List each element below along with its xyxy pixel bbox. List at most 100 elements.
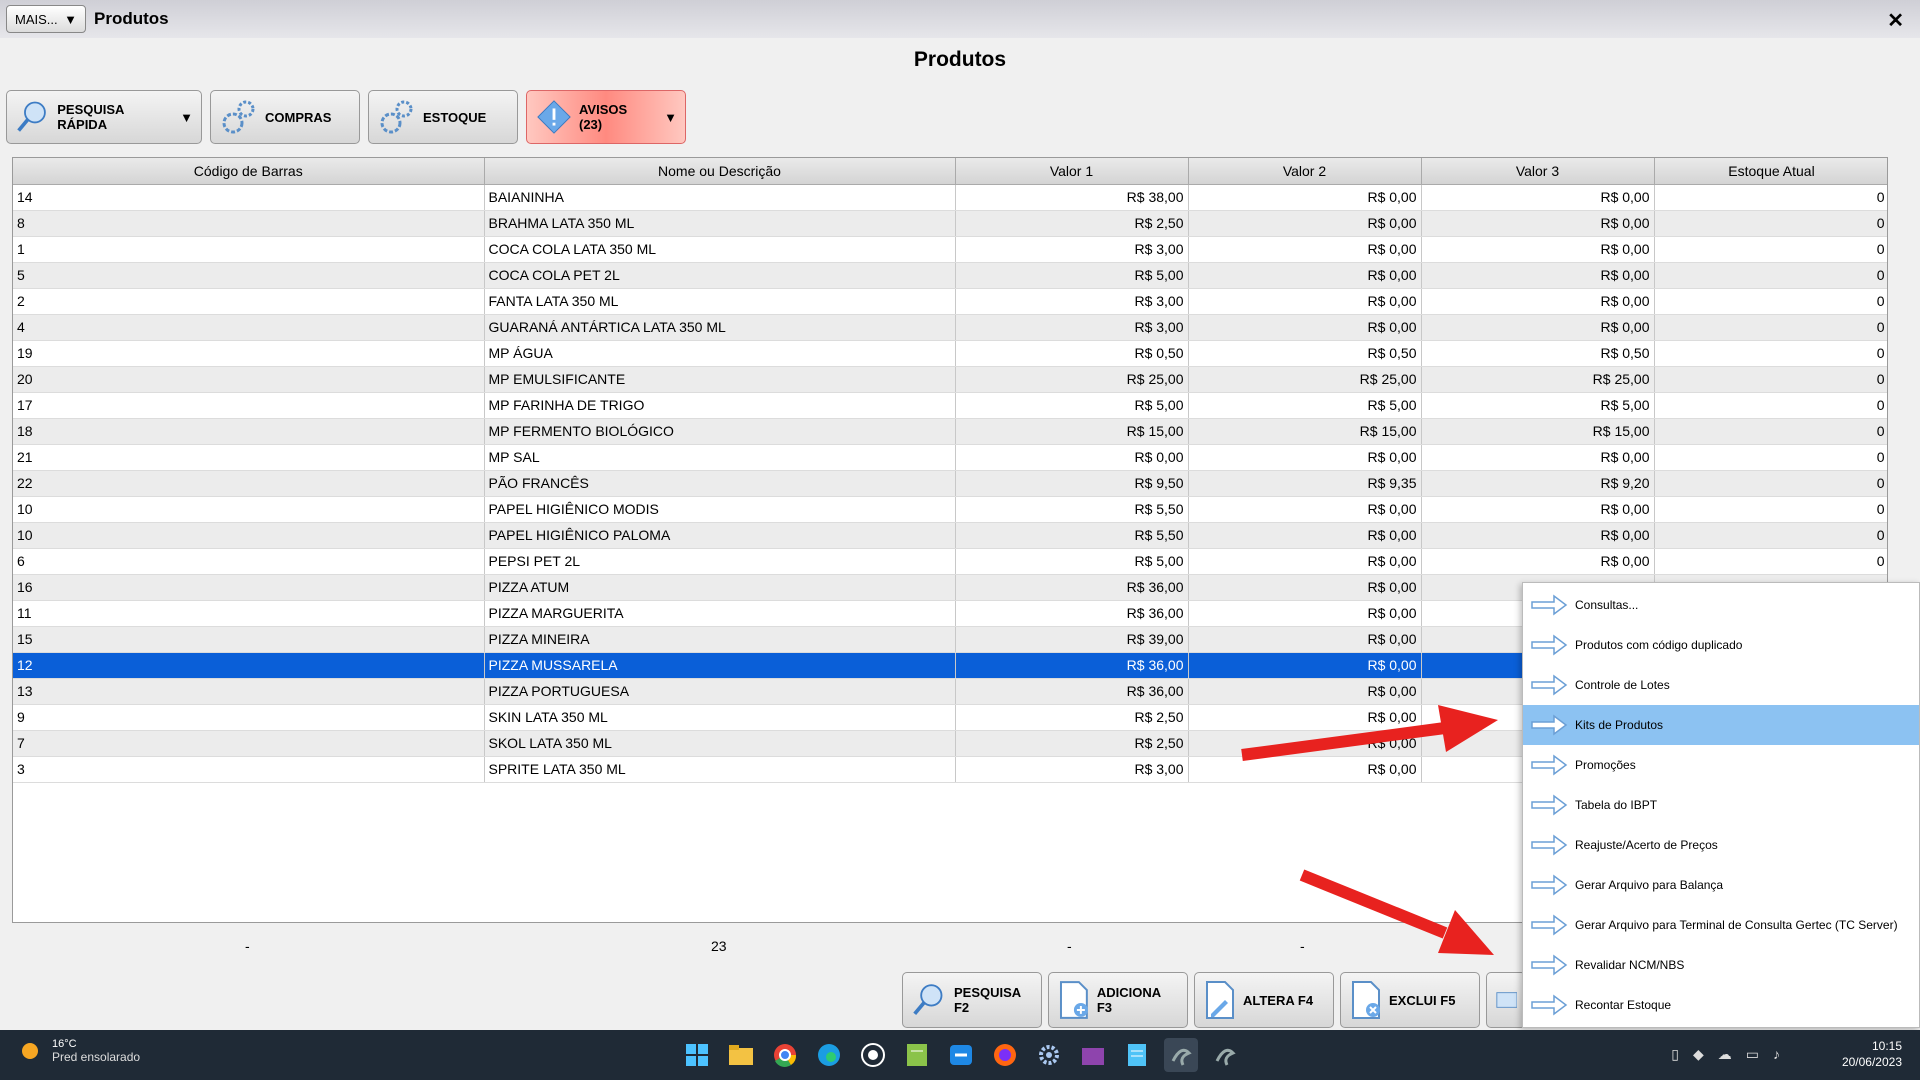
table-row[interactable]: 2 FANTA LATA 350 ML R$ 3,00 R$ 0,00 R$ 0,00 0 (13, 288, 1887, 315)
table-cell: BAIANINHA (484, 184, 956, 211)
erp-app-2-icon[interactable] (1208, 1038, 1242, 1072)
table-cell: R$ 0,00 (1188, 704, 1422, 731)
arrow-right-icon (1523, 794, 1575, 816)
cloud-icon[interactable]: ☁ (1718, 1046, 1732, 1063)
column-header[interactable]: Código de Barras (13, 158, 485, 185)
menu-item[interactable]: Tabela do IBPT (1523, 785, 1919, 825)
more-label: MAIS... (15, 11, 58, 27)
erp-app-icon[interactable] (1164, 1038, 1198, 1072)
add-f3-button[interactable]: ADICIONA F3 (1048, 972, 1188, 1028)
table-cell: R$ 0,00 (1188, 756, 1422, 783)
table-row[interactable]: 10 PAPEL HIGIÊNICO MODIS R$ 5,50 R$ 0,00 R$ … (13, 496, 1887, 523)
menu-item[interactable]: Consultas... (1523, 585, 1919, 625)
table-cell: PIZZA PORTUGUESA (484, 678, 956, 705)
menu-item[interactable]: Gerar Arquivo para Balança (1523, 865, 1919, 905)
volume-icon[interactable]: ♪ (1773, 1046, 1780, 1063)
arrow-right-icon (1523, 874, 1575, 896)
table-row[interactable]: 21 MP SAL R$ 0,00 R$ 0,00 R$ 0,00 0 (13, 444, 1887, 471)
security-icon[interactable]: ◆ (1693, 1046, 1704, 1063)
table-cell: PIZZA ATUM (484, 574, 956, 601)
quick-search-label: PESQUISA RÁPIDA (57, 102, 124, 132)
settings-gear-icon[interactable] (1032, 1038, 1066, 1072)
usb-icon[interactable]: ▯ (1671, 1046, 1679, 1063)
table-cell: R$ 2,50 (955, 730, 1189, 757)
delete-f5-button[interactable]: EXCLUI F5 (1340, 972, 1480, 1028)
windows-start-icon[interactable] (680, 1038, 714, 1072)
more-bottom-button[interactable] (1486, 972, 1526, 1028)
menu-item[interactable]: Revalidar NCM/NBS (1523, 945, 1919, 985)
quick-search-button[interactable]: PESQUISA RÁPIDA ▼ (6, 90, 202, 144)
purchases-button[interactable]: COMPRAS (210, 90, 360, 144)
table-row[interactable]: 8 BRAHMA LATA 350 ML R$ 2,50 R$ 0,00 R$ 0,00… (13, 210, 1887, 237)
column-header[interactable]: Valor 2 (1188, 158, 1422, 185)
table-cell: 0 (1654, 444, 1887, 471)
table-cell: 2 (13, 288, 485, 315)
edit-f4-button[interactable]: ALTERA F4 (1194, 972, 1334, 1028)
menu-item[interactable]: Kits de Produtos (1523, 705, 1919, 745)
column-header[interactable]: Valor 1 (955, 158, 1189, 185)
table-row[interactable]: 22 PÃO FRANCÊS R$ 9,50 R$ 9,35 R$ 9,20 0 (13, 470, 1887, 497)
taskbar-apps (680, 1038, 1242, 1072)
table-cell: 0 (1654, 262, 1887, 289)
table-cell: R$ 25,00 (1188, 366, 1422, 393)
table-cell: FANTA LATA 350 ML (484, 288, 956, 315)
menu-item[interactable]: Recontar Estoque (1523, 985, 1919, 1025)
table-cell: 0 (1654, 288, 1887, 315)
table-row[interactable]: 6 PEPSI PET 2L R$ 5,00 R$ 0,00 R$ 0,00 0 (13, 548, 1887, 575)
table-row[interactable]: 20 MP EMULSIFICANTE R$ 25,00 R$ 25,00 R$ 25,… (13, 366, 1887, 393)
table-row[interactable]: 18 MP FERMENTO BIOLÓGICO R$ 15,00 R$ 15,00 R… (13, 418, 1887, 445)
table-cell: 0 (1654, 314, 1887, 341)
remote-access-icon[interactable] (944, 1038, 978, 1072)
table-row[interactable]: 1 COCA COLA LATA 350 ML R$ 3,00 R$ 0,00 R$ 0… (13, 236, 1887, 263)
close-icon[interactable]: ✕ (1887, 8, 1904, 33)
menu-item[interactable]: Promoções (1523, 745, 1919, 785)
stock-button[interactable]: ESTOQUE (368, 90, 518, 144)
total-col-3: - (1067, 938, 1072, 954)
weather-widget[interactable]: 16°C Pred ensolarado (18, 1038, 140, 1064)
table-cell: R$ 0,00 (1188, 652, 1422, 679)
more-dropdown-button[interactable]: MAIS... ▼ (6, 5, 86, 33)
whatsapp-icon[interactable] (856, 1038, 890, 1072)
table-row[interactable]: 14 BAIANINHA R$ 38,00 R$ 0,00 R$ 0,00 0 (13, 184, 1887, 211)
column-header[interactable]: Estoque Atual (1654, 158, 1887, 185)
column-header[interactable]: Nome ou Descrição (484, 158, 956, 185)
notes-app-icon[interactable] (900, 1038, 934, 1072)
search-f2-button[interactable]: PESQUISA F2 (902, 972, 1042, 1028)
table-cell: GUARANÁ ANTÁRTICA LATA 350 ML (484, 314, 956, 341)
chrome-icon[interactable] (768, 1038, 802, 1072)
table-cell: R$ 0,00 (955, 444, 1189, 471)
table-cell: SPRITE LATA 350 ML (484, 756, 956, 783)
table-row[interactable]: 5 COCA COLA PET 2L R$ 5,00 R$ 0,00 R$ 0,00 0 (13, 262, 1887, 289)
network-icon[interactable]: ▭ (1746, 1046, 1759, 1063)
magnifier-icon (17, 101, 46, 132)
arrow-right-icon (1523, 834, 1575, 856)
table-row[interactable]: 17 MP FARINHA DE TRIGO R$ 5,00 R$ 5,00 R$ 5,… (13, 392, 1887, 419)
table-row[interactable]: 19 MP ÁGUA R$ 0,50 R$ 0,50 R$ 0,50 0 (13, 340, 1887, 367)
total-col-4: - (1300, 938, 1305, 954)
warnings-button[interactable]: AVISOS (23) ▼ (526, 90, 686, 144)
menu-item[interactable]: Reajuste/Acerto de Preços (1523, 825, 1919, 865)
menu-item-label: Promoções (1575, 758, 1636, 772)
table-row[interactable]: 4 GUARANÁ ANTÁRTICA LATA 350 ML R$ 3,00 R$ … (13, 314, 1887, 341)
table-cell: PIZZA MINEIRA (484, 626, 956, 653)
file-explorer-icon[interactable] (724, 1038, 758, 1072)
table-cell: R$ 2,50 (955, 210, 1189, 237)
firefox-icon[interactable] (988, 1038, 1022, 1072)
menu-item[interactable]: Controle de Lotes (1523, 665, 1919, 705)
menu-item[interactable]: Produtos com código duplicado (1523, 625, 1919, 665)
table-cell: 11 (13, 600, 485, 627)
taskbar: 16°C Pred ensolarado ▯ ◆ ☁ ▭ ♪ 10:15 20/… (0, 1030, 1920, 1080)
column-header[interactable]: Valor 3 (1421, 158, 1655, 185)
edge-icon[interactable] (812, 1038, 846, 1072)
magnifier-icon (913, 984, 943, 1016)
chevron-down-icon[interactable]: ▼ (664, 110, 677, 125)
menu-item-label: Produtos com código duplicado (1575, 638, 1743, 652)
menu-item[interactable]: Gerar Arquivo para Terminal de Consulta … (1523, 905, 1919, 945)
table-cell: R$ 0,00 (1421, 184, 1655, 211)
table-cell: 8 (13, 210, 485, 237)
video-editor-icon[interactable] (1076, 1038, 1110, 1072)
clock[interactable]: 10:15 20/06/2023 (1842, 1038, 1902, 1070)
notepad-icon[interactable] (1120, 1038, 1154, 1072)
chevron-down-icon[interactable]: ▼ (180, 110, 193, 125)
table-row[interactable]: 10 PAPEL HIGIÊNICO PALOMA R$ 5,50 R$ 0,00 R$… (13, 522, 1887, 549)
